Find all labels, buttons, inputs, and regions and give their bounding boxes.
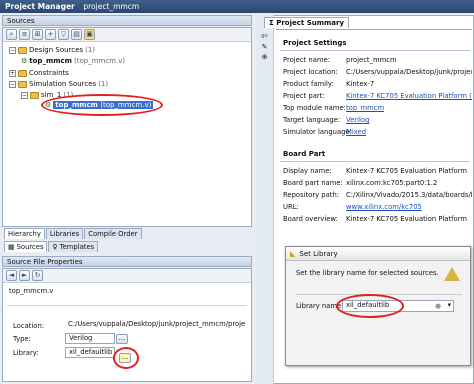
divider bbox=[280, 161, 470, 162]
file-name: top_mmcm.v bbox=[9, 287, 54, 295]
window-subtitle: project_mmcm bbox=[83, 2, 140, 11]
property-label: Product family: bbox=[283, 80, 334, 88]
file-properties-toolbar: ◄ ► ↻ bbox=[3, 269, 251, 283]
collapse-icon[interactable]: − bbox=[9, 80, 16, 88]
file-properties-header: Source File Properties bbox=[2, 256, 252, 267]
property-value: project_mmcm bbox=[346, 56, 397, 64]
property-value: Kintex-7 KC705 Evaluation Platform bbox=[346, 215, 467, 223]
property-link[interactable]: Mixed bbox=[346, 128, 472, 136]
folder-icon bbox=[30, 91, 39, 99]
type-field: Verilog bbox=[65, 333, 115, 344]
edit-icon[interactable]: ✎ bbox=[256, 43, 273, 51]
property-label: Top module name: bbox=[283, 104, 346, 112]
property-label: Project name: bbox=[283, 56, 330, 64]
annotation-circle bbox=[41, 94, 163, 116]
property-value: xilinx.com:kc705:part0:1.2 bbox=[346, 179, 438, 187]
property-label: Simulator language: bbox=[283, 128, 352, 136]
property-label: Repository path: bbox=[283, 191, 340, 199]
tab-underline bbox=[276, 29, 472, 30]
dialog-title-bar: ◣ Set Library bbox=[286, 247, 470, 261]
vivado-logo-icon: ◣ bbox=[290, 249, 296, 258]
sources-title: Sources bbox=[7, 17, 35, 25]
settings-icon[interactable]: ▣ bbox=[84, 29, 95, 40]
window-title: Project Manager bbox=[5, 2, 75, 11]
sources-header: Sources bbox=[2, 15, 252, 26]
property-link[interactable]: Kintex-7 KC705 Evaluation Platform (xc7 bbox=[346, 92, 472, 100]
refresh-icon[interactable]: ↻ bbox=[32, 270, 43, 281]
tab-libraries[interactable]: Libraries bbox=[45, 228, 84, 239]
filter-icon[interactable]: ▽ bbox=[58, 29, 69, 40]
file-properties-panel: ◄ ► ↻ top_mmcm.v Location: C:/Users/vupp… bbox=[2, 268, 252, 382]
tab-hierarchy[interactable]: Hierarchy bbox=[4, 228, 45, 239]
divider bbox=[280, 50, 470, 51]
window-title-bar: Project Manager project_mmcm bbox=[0, 0, 474, 13]
file-properties-title: Source File Properties bbox=[7, 258, 83, 266]
folder-icon bbox=[18, 69, 27, 77]
sources-icon: ▦ bbox=[8, 243, 17, 251]
sources-panel: ⌕ ≡ ⊞ + ▽ ▤ ▣ − Design Sources (1) ⚙ top… bbox=[2, 27, 252, 227]
type-browse-button[interactable]: ... bbox=[116, 334, 128, 344]
sources-view-tabs: Hierarchy Libraries Compile Order bbox=[4, 228, 143, 239]
property-link[interactable]: top_mmcm bbox=[346, 104, 472, 112]
go-icon[interactable]: go bbox=[256, 33, 273, 39]
tree-item-design-sources[interactable]: − Design Sources (1) bbox=[9, 45, 95, 55]
location-label: Location: bbox=[13, 322, 45, 330]
tree-item-simulation-sources[interactable]: − Simulation Sources (1) bbox=[9, 79, 108, 89]
dialog-message: Set the library name for selected source… bbox=[296, 269, 439, 277]
divider bbox=[7, 305, 247, 306]
tab-sources[interactable]: ▦ Sources bbox=[4, 241, 48, 252]
folder-icon bbox=[18, 46, 27, 54]
collapse-icon[interactable]: − bbox=[21, 91, 28, 99]
property-label: Project location: bbox=[283, 68, 338, 76]
back-icon[interactable]: ◄ bbox=[6, 270, 17, 281]
property-value: Kintex-7 KC705 Evaluation Platform bbox=[346, 167, 467, 175]
project-settings-title: Project Settings bbox=[283, 39, 347, 47]
set-library-dialog: ◣ Set Library Set the library name for s… bbox=[285, 246, 471, 366]
annotation-circle bbox=[336, 294, 404, 318]
library-label: Library: bbox=[13, 349, 39, 357]
forward-icon[interactable]: ► bbox=[19, 270, 30, 281]
property-value: Kintex-7 bbox=[346, 80, 375, 88]
folder-icon bbox=[18, 80, 27, 88]
zoom-icon[interactable]: ⊕ bbox=[256, 53, 273, 61]
add-sources-icon[interactable]: + bbox=[45, 29, 56, 40]
dialog-title: Set Library bbox=[299, 249, 338, 258]
tree-item-constraints[interactable]: + Constraints bbox=[9, 68, 69, 78]
chevron-down-icon[interactable]: ▾ bbox=[448, 301, 451, 310]
properties-icon[interactable]: ▤ bbox=[71, 29, 82, 40]
search-icon[interactable]: ⌕ bbox=[6, 29, 17, 40]
sources-toolbar: ⌕ ≡ ⊞ + ▽ ▤ ▣ bbox=[3, 28, 251, 42]
tab-project-summary[interactable]: Σ Project Summary bbox=[264, 17, 350, 28]
info-icon bbox=[444, 267, 460, 281]
property-label: Board overview: bbox=[283, 215, 338, 223]
expand-icon[interactable]: + bbox=[9, 69, 16, 77]
clear-icon[interactable]: ● bbox=[435, 302, 441, 311]
tab-templates[interactable]: ♀ Templates bbox=[48, 241, 99, 252]
property-value: C:/Users/vuppala/Desktop/junk/project_ bbox=[346, 68, 472, 76]
location-value: C:/Users/vuppala/Desktop/junk/project_mm… bbox=[68, 320, 245, 328]
property-link[interactable]: www.xilinx.com/kc705 bbox=[346, 203, 472, 211]
property-label: URL: bbox=[283, 203, 299, 211]
type-label: Type: bbox=[13, 335, 31, 343]
sources-bottom-tabs: ▦ Sources ♀ Templates bbox=[4, 241, 99, 252]
tree-item-top-mmcm[interactable]: ⚙ top_mmcm (top_mmcm.v) bbox=[21, 56, 125, 66]
property-label: Target language: bbox=[283, 116, 341, 124]
library-field: xil_defaultlib bbox=[65, 347, 115, 358]
expand-all-icon[interactable]: ⊞ bbox=[32, 29, 43, 40]
templates-icon: ♀ bbox=[52, 243, 60, 251]
property-label: Project part: bbox=[283, 92, 325, 100]
module-icon: ⚙ bbox=[21, 57, 28, 65]
collapse-all-icon[interactable]: ≡ bbox=[19, 29, 30, 40]
property-value: C:/Xilinx/Vivado/2015.3/data/boards/boar… bbox=[346, 191, 472, 199]
summary-side-toolbar: go ✎ ⊕ bbox=[256, 15, 274, 384]
property-label: Display name: bbox=[283, 167, 332, 175]
property-link[interactable]: Verilog bbox=[346, 116, 472, 124]
board-part-title: Board Part bbox=[283, 150, 326, 158]
annotation-circle bbox=[113, 347, 139, 369]
tab-compile-order[interactable]: Compile Order bbox=[84, 228, 142, 239]
property-label: Board part name: bbox=[283, 179, 343, 187]
collapse-icon[interactable]: − bbox=[9, 46, 16, 54]
